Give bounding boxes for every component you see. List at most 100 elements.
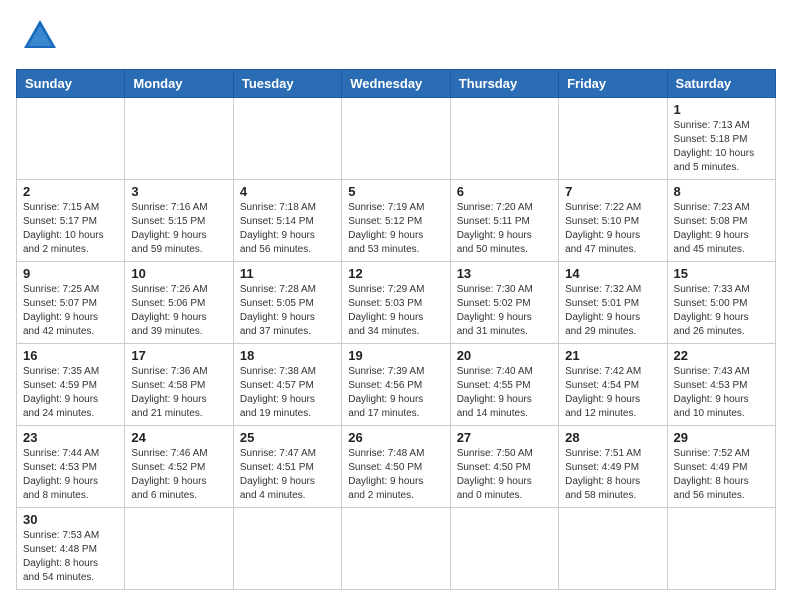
calendar-cell: 29 Sunrise: 7:52 AM Sunset: 4:49 PM Dayli… [667,426,775,508]
calendar-cell [667,508,775,590]
day-number: 29 [674,430,769,445]
calendar-header: SundayMondayTuesdayWednesdayThursdayFrid… [17,70,776,98]
calendar-cell [17,98,125,180]
day-number: 25 [240,430,335,445]
day-number: 20 [457,348,552,363]
day-info: Sunrise: 7:19 AM Sunset: 5:12 PM Dayligh… [348,201,443,257]
day-info: Sunrise: 7:18 AM Sunset: 5:14 PM Dayligh… [240,201,335,257]
day-header-sunday: Sunday [17,70,125,98]
week-row-4: 16 Sunrise: 7:35 AM Sunset: 4:59 PM Dayli… [17,344,776,426]
day-number: 3 [131,184,226,199]
day-info: Sunrise: 7:36 AM Sunset: 4:58 PM Dayligh… [131,365,226,421]
week-row-1: 1 Sunrise: 7:13 AM Sunset: 5:18 PM Daylig… [17,98,776,180]
calendar-cell [342,508,450,590]
calendar: SundayMondayTuesdayWednesdayThursdayFrid… [16,69,776,590]
calendar-cell: 4 Sunrise: 7:18 AM Sunset: 5:14 PM Daylig… [233,180,341,262]
day-number: 17 [131,348,226,363]
day-info: Sunrise: 7:16 AM Sunset: 5:15 PM Dayligh… [131,201,226,257]
calendar-cell: 14Sunrise: 7:32 AM Sunset: 5:01 PM Dayli… [559,262,667,344]
day-info: Sunrise: 7:46 AM Sunset: 4:52 PM Dayligh… [131,447,226,503]
day-info: Sunrise: 7:52 AM Sunset: 4:49 PM Dayligh… [674,447,769,503]
calendar-cell: 26 Sunrise: 7:48 AM Sunset: 4:50 PM Dayli… [342,426,450,508]
calendar-cell: 21Sunrise: 7:42 AM Sunset: 4:54 PM Dayli… [559,344,667,426]
calendar-cell: 6Sunrise: 7:20 AM Sunset: 5:11 PM Daylig… [450,180,558,262]
header [16,16,776,57]
day-info: Sunrise: 7:29 AM Sunset: 5:03 PM Dayligh… [348,283,443,339]
calendar-cell [559,508,667,590]
day-info: Sunrise: 7:50 AM Sunset: 4:50 PM Dayligh… [457,447,552,503]
day-number: 15 [674,266,769,281]
calendar-cell: 23 Sunrise: 7:44 AM Sunset: 4:53 PM Dayli… [17,426,125,508]
logo [16,16,58,57]
day-info: Sunrise: 7:22 AM Sunset: 5:10 PM Dayligh… [565,201,660,257]
day-number: 10 [131,266,226,281]
day-number: 1 [674,102,769,117]
day-info: Sunrise: 7:23 AM Sunset: 5:08 PM Dayligh… [674,201,769,257]
day-info: Sunrise: 7:13 AM Sunset: 5:18 PM Dayligh… [674,119,769,175]
day-number: 16 [23,348,118,363]
calendar-cell [342,98,450,180]
calendar-cell: 10Sunrise: 7:26 AM Sunset: 5:06 PM Dayli… [125,262,233,344]
day-info: Sunrise: 7:40 AM Sunset: 4:55 PM Dayligh… [457,365,552,421]
day-header-tuesday: Tuesday [233,70,341,98]
calendar-cell: 13Sunrise: 7:30 AM Sunset: 5:02 PM Dayli… [450,262,558,344]
calendar-cell: 25 Sunrise: 7:47 AM Sunset: 4:51 PM Dayli… [233,426,341,508]
day-number: 21 [565,348,660,363]
logo-icon [22,16,58,52]
calendar-cell [125,98,233,180]
day-number: 4 [240,184,335,199]
day-info: Sunrise: 7:28 AM Sunset: 5:05 PM Dayligh… [240,283,335,339]
day-number: 6 [457,184,552,199]
day-info: Sunrise: 7:15 AM Sunset: 5:17 PM Dayligh… [23,201,118,257]
calendar-cell: 15Sunrise: 7:33 AM Sunset: 5:00 PM Dayli… [667,262,775,344]
calendar-cell: 11 Sunrise: 7:28 AM Sunset: 5:05 PM Dayli… [233,262,341,344]
day-number: 12 [348,266,443,281]
calendar-cell: 9 Sunrise: 7:25 AM Sunset: 5:07 PM Daylig… [17,262,125,344]
calendar-cell: 27 Sunrise: 7:50 AM Sunset: 4:50 PM Dayli… [450,426,558,508]
calendar-cell: 30Sunrise: 7:53 AM Sunset: 4:48 PM Dayli… [17,508,125,590]
calendar-cell: 7 Sunrise: 7:22 AM Sunset: 5:10 PM Daylig… [559,180,667,262]
days-of-week-row: SundayMondayTuesdayWednesdayThursdayFrid… [17,70,776,98]
day-info: Sunrise: 7:47 AM Sunset: 4:51 PM Dayligh… [240,447,335,503]
day-number: 28 [565,430,660,445]
calendar-cell: 8 Sunrise: 7:23 AM Sunset: 5:08 PM Daylig… [667,180,775,262]
day-number: 7 [565,184,660,199]
day-number: 26 [348,430,443,445]
calendar-cell: 18 Sunrise: 7:38 AM Sunset: 4:57 PM Dayli… [233,344,341,426]
week-row-2: 2Sunrise: 7:15 AM Sunset: 5:17 PM Daylig… [17,180,776,262]
calendar-cell [450,98,558,180]
day-info: Sunrise: 7:48 AM Sunset: 4:50 PM Dayligh… [348,447,443,503]
calendar-cell: 3 Sunrise: 7:16 AM Sunset: 5:15 PM Daylig… [125,180,233,262]
week-row-5: 23 Sunrise: 7:44 AM Sunset: 4:53 PM Dayli… [17,426,776,508]
calendar-cell: 20 Sunrise: 7:40 AM Sunset: 4:55 PM Dayli… [450,344,558,426]
day-number: 19 [348,348,443,363]
day-info: Sunrise: 7:25 AM Sunset: 5:07 PM Dayligh… [23,283,118,339]
day-number: 27 [457,430,552,445]
day-header-monday: Monday [125,70,233,98]
day-number: 22 [674,348,769,363]
day-info: Sunrise: 7:38 AM Sunset: 4:57 PM Dayligh… [240,365,335,421]
week-row-6: 30Sunrise: 7:53 AM Sunset: 4:48 PM Dayli… [17,508,776,590]
calendar-cell: 28 Sunrise: 7:51 AM Sunset: 4:49 PM Dayli… [559,426,667,508]
day-number: 13 [457,266,552,281]
day-info: Sunrise: 7:35 AM Sunset: 4:59 PM Dayligh… [23,365,118,421]
day-number: 5 [348,184,443,199]
calendar-cell [450,508,558,590]
day-number: 11 [240,266,335,281]
calendar-cell [233,508,341,590]
day-number: 8 [674,184,769,199]
day-number: 9 [23,266,118,281]
day-number: 23 [23,430,118,445]
calendar-cell: 19 Sunrise: 7:39 AM Sunset: 4:56 PM Dayli… [342,344,450,426]
calendar-cell: 2Sunrise: 7:15 AM Sunset: 5:17 PM Daylig… [17,180,125,262]
day-number: 18 [240,348,335,363]
day-info: Sunrise: 7:39 AM Sunset: 4:56 PM Dayligh… [348,365,443,421]
calendar-cell: 24Sunrise: 7:46 AM Sunset: 4:52 PM Dayli… [125,426,233,508]
day-header-friday: Friday [559,70,667,98]
day-header-wednesday: Wednesday [342,70,450,98]
day-info: Sunrise: 7:43 AM Sunset: 4:53 PM Dayligh… [674,365,769,421]
calendar-cell: 5 Sunrise: 7:19 AM Sunset: 5:12 PM Daylig… [342,180,450,262]
day-info: Sunrise: 7:51 AM Sunset: 4:49 PM Dayligh… [565,447,660,503]
day-header-saturday: Saturday [667,70,775,98]
day-info: Sunrise: 7:44 AM Sunset: 4:53 PM Dayligh… [23,447,118,503]
